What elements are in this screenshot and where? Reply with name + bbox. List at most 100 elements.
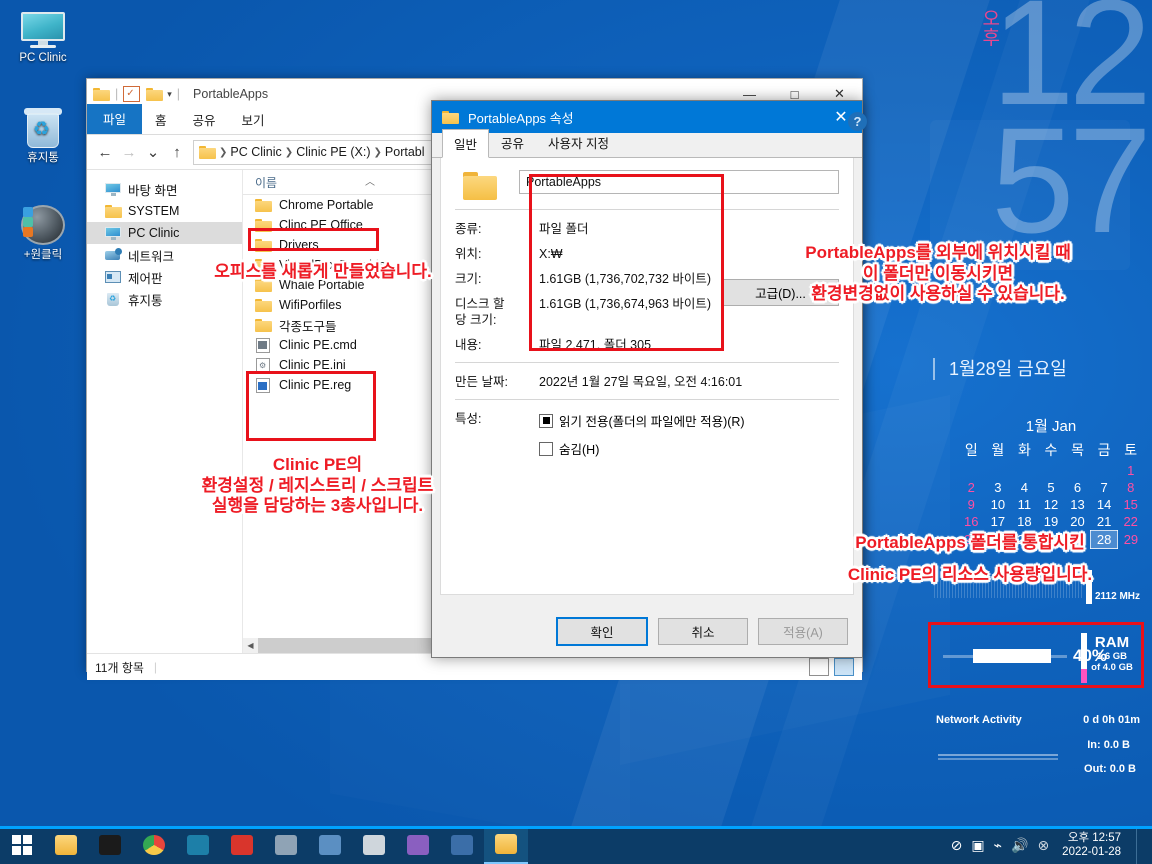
taskbar-item-disc-icon[interactable]	[396, 826, 440, 864]
taskbar-item-network-tool-icon[interactable]	[308, 826, 352, 864]
taskbar[interactable]: ⊘ ▣ ⌁ 🔊 ⊗ 오후 12:57 2022-01-28	[0, 826, 1152, 864]
properties-tab-0[interactable]: 일반	[442, 129, 490, 158]
network-graph	[938, 754, 1058, 756]
apply-button[interactable]: 적용(A)	[758, 617, 848, 645]
details-view-button[interactable]	[809, 658, 829, 676]
forward-button[interactable]: →	[117, 140, 141, 164]
attributes-group[interactable]: 읽기 전용(폴더의 파일에만 적용)(R) 숨김(H)	[539, 411, 745, 467]
status-divider: |	[153, 660, 158, 674]
file-name-label: 각종도구들	[279, 319, 337, 334]
ribbon-tab-1[interactable]: 홈	[142, 106, 180, 134]
explorer-title-text: PortableApps	[193, 87, 269, 101]
property-label: 만든 날짜:	[455, 375, 508, 389]
qat-dropdown-icon[interactable]: ▾	[167, 89, 172, 100]
network-out: Out: 0.0 B	[1084, 763, 1136, 775]
start-button[interactable]	[0, 826, 44, 864]
calendar-week: 9 10 11 12 13 14 15	[958, 496, 1144, 513]
calendar-day: 2	[967, 480, 975, 495]
ini-file-icon: ⚙	[255, 357, 272, 373]
taskbar-item-folder-icon[interactable]	[484, 826, 528, 864]
tree-item-0[interactable]: 바탕 화면	[87, 178, 242, 200]
cmd-file-icon	[255, 337, 272, 353]
properties-tabs[interactable]: 일반 공유 사용자 지정	[432, 129, 862, 158]
desktop-icon-pc-clinic[interactable]: PC Clinic	[4, 12, 82, 65]
tool-icon	[275, 835, 297, 855]
taskbar-item-file-explorer-icon[interactable]	[44, 826, 88, 864]
tree-item-5[interactable]: ♻ 휴지통	[87, 288, 242, 310]
ram-fill	[973, 649, 1051, 663]
network-disconnected-icon[interactable]: ⊘	[951, 837, 963, 854]
cancel-button[interactable]: 취소	[658, 617, 748, 645]
taskbar-time: 오후 12:57	[1067, 832, 1121, 844]
ribbon-tab-2[interactable]: 공유	[180, 106, 229, 134]
calendar-weekday: 월	[991, 442, 1005, 458]
properties-tab-1[interactable]: 공유	[489, 128, 536, 157]
tree-item-label: SYSTEM	[128, 204, 180, 218]
hidden-checkbox[interactable]	[539, 441, 553, 456]
view-buttons[interactable]	[809, 658, 854, 676]
ram-total: of 4.0 GB	[1091, 662, 1133, 673]
annotation-line: PortableApps 폴더를 통합시킨	[855, 533, 1085, 552]
taskbar-item-whale-icon[interactable]	[176, 826, 220, 864]
close-circle-icon[interactable]: ⊗	[1037, 837, 1049, 854]
qat-properties-icon[interactable]: ✓	[123, 86, 141, 102]
show-desktop-button[interactable]	[1136, 826, 1144, 864]
ribbon-tab-3[interactable]: 보기	[229, 106, 278, 134]
readonly-checkbox-row[interactable]: 읽기 전용(폴더의 파일에만 적용)(R)	[539, 411, 745, 430]
tree-item-2[interactable]: PC Clinic	[87, 222, 242, 244]
name-row	[455, 170, 839, 200]
properties-tab-2[interactable]: 사용자 지정	[536, 128, 621, 157]
volume-icon[interactable]: 🔊	[1011, 837, 1028, 854]
navigation-pane[interactable]: 바탕 화면 SYSTEM PC Clinic 네트워크 제어판 ♻ 휴지통	[87, 170, 243, 653]
breadcrumb-item-0[interactable]: PC Clinic	[230, 145, 281, 159]
console-icon[interactable]: ▣	[971, 837, 984, 854]
taskbar-item-tool-icon[interactable]	[264, 826, 308, 864]
property-value: 파일 2,471, 폴더 305	[539, 338, 652, 352]
ribbon-tab-0[interactable]: 파일	[87, 104, 143, 134]
taskbar-item-command-prompt-icon[interactable]	[88, 826, 132, 864]
desktop-icon-recycle-bin[interactable]: ♻ 휴지통	[4, 108, 82, 165]
dialog-buttons[interactable]: 확인 취소 적용(A)	[432, 605, 862, 657]
recent-locations-button[interactable]: ⌄	[141, 140, 165, 164]
usb-icon[interactable]: ⌁	[994, 837, 1002, 854]
desktop-icon-oneclick[interactable]: +원클릭	[4, 205, 82, 262]
desktop-icon-label: +원클릭	[23, 249, 63, 261]
ok-button[interactable]: 확인	[556, 616, 648, 646]
calendar-day	[1091, 462, 1118, 479]
readonly-checkbox[interactable]	[539, 413, 553, 428]
large-icons-view-button[interactable]	[834, 658, 854, 676]
up-button[interactable]: ↑	[165, 140, 189, 164]
folder-name-input[interactable]	[519, 170, 839, 194]
taskbar-item-diamond-icon[interactable]	[352, 826, 396, 864]
qat-newfolder-icon[interactable]	[146, 87, 164, 101]
back-button[interactable]: ←	[93, 140, 117, 164]
properties-title-text: PortableApps 속성	[468, 110, 574, 126]
folder-icon	[495, 834, 517, 854]
tree-item-1[interactable]: SYSTEM	[87, 200, 242, 222]
reg-file-icon	[255, 377, 272, 393]
property-value: 1.61GB (1,736,674,963 바이트)	[539, 297, 712, 311]
taskbar-item-pdf-icon[interactable]	[220, 826, 264, 864]
tree-item-label: PC Clinic	[128, 226, 180, 240]
breadcrumb-item-1[interactable]: Clinic PE (X:)	[296, 145, 370, 159]
system-tray[interactable]: ⊘ ▣ ⌁ 🔊 ⊗ 오후 12:57 2022-01-28	[951, 826, 1152, 864]
readonly-label: 읽기 전용(폴더의 파일에만 적용)(R)	[559, 415, 745, 429]
help-icon[interactable]: ?	[848, 112, 867, 131]
calendar-day	[958, 462, 985, 479]
network-uptime: 0 d 0h 01m	[1083, 714, 1140, 726]
taskbar-item-chrome-icon[interactable]	[132, 826, 176, 864]
calendar-day	[1064, 462, 1091, 479]
hidden-checkbox-row[interactable]: 숨김(H)	[539, 439, 745, 458]
annotation-line: Clinic PE의 리소스 사용량입니다.	[847, 565, 1093, 585]
breadcrumb-item-2[interactable]: Portabl	[385, 145, 425, 159]
taskbar-clock[interactable]: 오후 12:57 2022-01-28	[1062, 831, 1121, 859]
taskbar-item-virtualbox-icon[interactable]	[440, 826, 484, 864]
calendar-day: 11	[1017, 497, 1032, 512]
file-name-label: Chrome Portable	[279, 198, 374, 212]
calendar-weekday: 일	[964, 442, 978, 458]
divider	[455, 209, 839, 210]
scroll-left-arrow-icon[interactable]: ◀	[243, 638, 258, 653]
taskbar-items[interactable]	[44, 826, 528, 864]
calendar-day: 10	[990, 497, 1006, 512]
tree-item-label: 휴지통	[128, 293, 163, 308]
